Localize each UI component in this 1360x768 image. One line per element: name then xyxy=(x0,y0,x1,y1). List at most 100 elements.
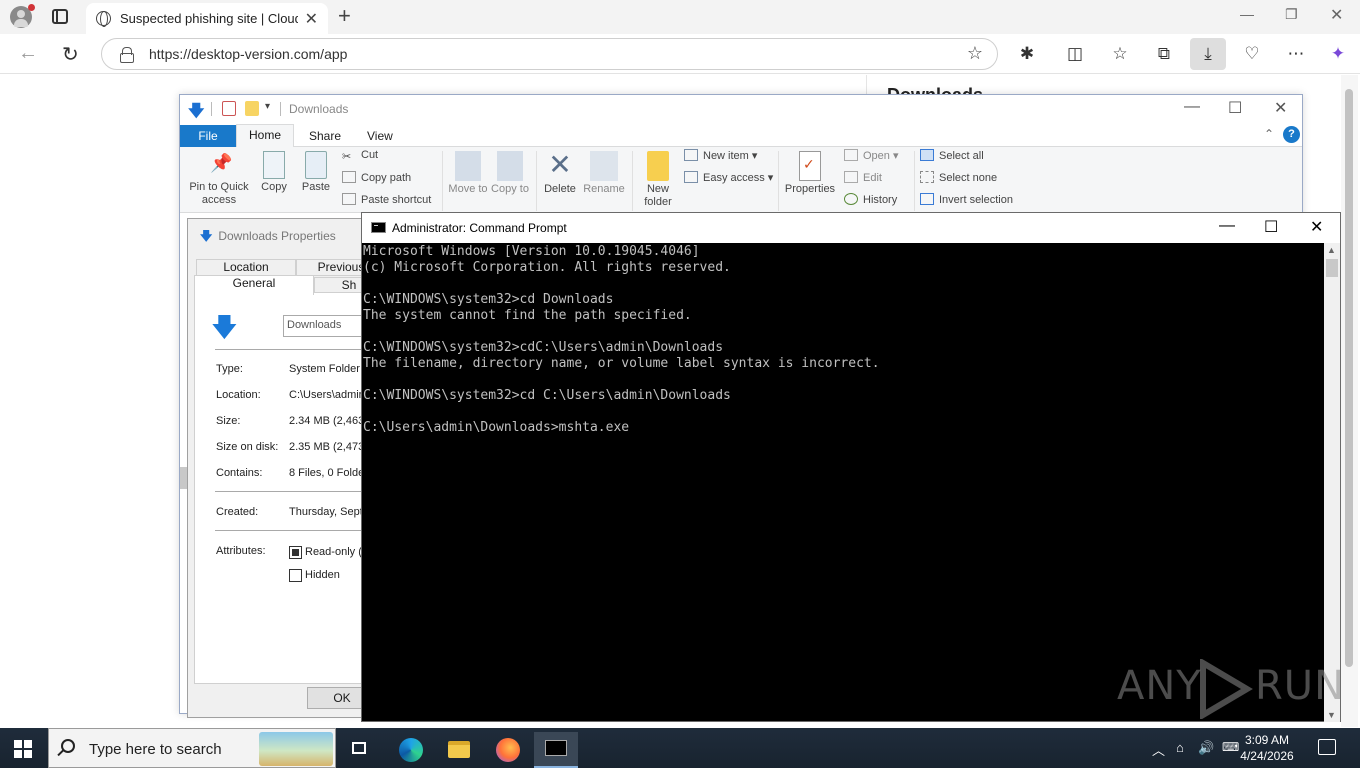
clock-date: 4/24/2026 xyxy=(1240,749,1294,763)
paste-shortcut-button[interactable]: Paste shortcut xyxy=(342,193,431,206)
tab-share[interactable]: Share xyxy=(309,129,341,143)
page-scrollbar[interactable] xyxy=(1341,75,1358,727)
readonly-checkbox[interactable] xyxy=(289,546,302,559)
easy-access-label: Easy access xyxy=(703,172,765,184)
split-screen-icon[interactable]: ◫ xyxy=(1063,42,1087,66)
command-prompt-window: Administrator: Command Prompt — ☐ ✕ Micr… xyxy=(361,212,1344,722)
pin-quick-access-button[interactable]: 📌 Pin to Quick access xyxy=(186,154,252,207)
tab-general[interactable]: General xyxy=(194,275,314,295)
new-item-button[interactable]: New item ▾ xyxy=(684,149,757,162)
volume-icon[interactable]: 🔊 xyxy=(1198,740,1214,756)
copilot-icon[interactable]: ✦ xyxy=(1326,42,1350,66)
network-icon[interactable]: ⌂ xyxy=(1176,740,1184,755)
tab-home[interactable]: Home xyxy=(236,124,294,148)
favorite-star-icon[interactable]: ☆ xyxy=(967,43,983,64)
delete-button[interactable]: ✕ Delete xyxy=(540,149,580,196)
select-none-button[interactable]: Select none xyxy=(920,171,997,184)
notification-center-icon[interactable] xyxy=(1318,739,1336,755)
system-clock[interactable]: 3:09 AM 4/24/2026 xyxy=(1236,732,1298,764)
invert-selection-label: Invert selection xyxy=(939,194,1013,206)
more-menu-icon[interactable]: ⋯ xyxy=(1284,42,1308,66)
collections-icon[interactable]: ⧉ xyxy=(1152,42,1176,66)
divider xyxy=(215,349,385,350)
console-output[interactable]: Microsoft Windows [Version 10.0.19045.40… xyxy=(363,244,1323,722)
new-folder-button[interactable]: New folder xyxy=(638,151,678,209)
collapse-ribbon-icon[interactable]: ⌃ xyxy=(1264,127,1274,141)
cut-button[interactable]: ✂ Cut xyxy=(342,149,378,163)
downloads-icon[interactable]: ⤓ xyxy=(1190,38,1226,70)
paste-button[interactable]: Paste xyxy=(298,151,334,194)
move-to-button[interactable]: Move to xyxy=(448,151,488,196)
file-explorer-taskbar-icon[interactable] xyxy=(437,732,481,768)
scroll-down-icon[interactable]: ▼ xyxy=(1327,710,1336,720)
extensions-icon[interactable]: ✱ xyxy=(1015,42,1039,66)
new-tab-button[interactable]: + xyxy=(338,3,351,29)
cmd-close-button[interactable]: ✕ xyxy=(1310,217,1323,237)
tab-file[interactable]: File xyxy=(180,125,236,147)
folder-logo xyxy=(448,741,470,758)
help-icon[interactable]: ? xyxy=(1283,126,1300,143)
task-view-glyph xyxy=(352,742,366,754)
back-button[interactable]: ← xyxy=(18,42,38,65)
select-all-label: Select all xyxy=(939,150,984,162)
windows-start-icon[interactable] xyxy=(14,740,32,758)
hidden-checkbox[interactable] xyxy=(289,569,302,582)
move-to-label: Move to xyxy=(448,183,488,195)
cmd-taskbar-icon[interactable] xyxy=(534,732,578,768)
invert-selection-icon xyxy=(920,193,934,205)
restore-browser-button[interactable]: ❐ xyxy=(1285,6,1298,23)
favorites-icon[interactable]: ☆ xyxy=(1108,42,1132,66)
edge-taskbar-icon[interactable] xyxy=(389,732,433,768)
cmd-scrollbar-thumb[interactable] xyxy=(1326,259,1338,277)
open-button[interactable]: Open ▾ xyxy=(844,149,899,162)
browser-tab-bar: Suspected phishing site | Cloudflare ✕ +… xyxy=(0,0,1360,34)
copy-to-button[interactable]: Copy to xyxy=(490,151,530,196)
tab-actions-icon[interactable] xyxy=(52,9,68,24)
lock-icon[interactable] xyxy=(120,47,134,63)
explorer-minimize-button[interactable]: — xyxy=(1184,98,1200,116)
properties-quick-icon[interactable] xyxy=(222,101,236,116)
cmd-maximize-button[interactable]: ☐ xyxy=(1264,217,1278,237)
rename-button[interactable]: Rename xyxy=(582,151,626,196)
search-placeholder: Type here to search xyxy=(89,741,222,758)
cmd-minimize-button[interactable]: — xyxy=(1219,217,1235,235)
copy-button[interactable]: Copy xyxy=(256,151,292,194)
properties-button[interactable]: ✓ Properties xyxy=(782,151,838,196)
page-scrollbar-thumb[interactable] xyxy=(1345,89,1353,667)
firefox-logo xyxy=(496,738,520,762)
browser-tab[interactable]: Suspected phishing site | Cloudflare ✕ xyxy=(86,3,328,34)
firefox-taskbar-icon[interactable] xyxy=(486,732,530,768)
ribbon-separator xyxy=(632,151,633,211)
history-button[interactable]: History xyxy=(844,193,897,206)
explorer-maximize-button[interactable]: ☐ xyxy=(1228,98,1242,118)
taskbar-search-box[interactable]: Type here to search xyxy=(48,728,336,768)
console-line: C:\Users\admin\Downloads>mshta.exe xyxy=(363,420,630,435)
copy-path-label: Copy path xyxy=(361,172,412,184)
downloads-arrow-icon: 🡇 xyxy=(200,229,213,243)
explorer-close-button[interactable]: ✕ xyxy=(1274,98,1287,118)
profile-avatar-icon[interactable] xyxy=(10,4,35,28)
new-folder-quick-icon[interactable] xyxy=(245,101,259,116)
rename-icon xyxy=(590,151,618,181)
task-view-icon[interactable] xyxy=(338,732,382,768)
console-line: C:\WINDOWS\system32>cdC:\Users\admin\Dow… xyxy=(363,340,724,355)
scroll-up-icon[interactable]: ▲ xyxy=(1327,245,1336,255)
close-browser-button[interactable]: ✕ xyxy=(1330,5,1343,25)
close-tab-icon[interactable]: ✕ xyxy=(305,9,318,29)
show-hidden-icons[interactable]: ︿ xyxy=(1152,740,1165,759)
edit-button[interactable]: Edit xyxy=(844,171,882,184)
browser-essentials-icon[interactable]: ♡ xyxy=(1240,42,1264,66)
customize-quick-access-icon[interactable]: ▾ xyxy=(265,101,270,112)
minimize-browser-button[interactable]: — xyxy=(1240,6,1254,22)
select-all-button[interactable]: Select all xyxy=(920,149,984,162)
tab-view[interactable]: View xyxy=(367,129,393,143)
cmd-scrollbar[interactable]: ▲ ▼ xyxy=(1324,243,1340,722)
tab-location[interactable]: Location xyxy=(196,259,296,276)
address-bar[interactable]: https://desktop-version.com/app ☆ xyxy=(101,38,998,70)
invert-selection-button[interactable]: Invert selection xyxy=(920,193,1013,206)
easy-access-button[interactable]: Easy access ▾ xyxy=(684,171,773,184)
title-separator xyxy=(280,102,281,116)
copy-path-button[interactable]: Copy path xyxy=(342,171,411,184)
refresh-button[interactable]: ↻ xyxy=(62,42,79,67)
